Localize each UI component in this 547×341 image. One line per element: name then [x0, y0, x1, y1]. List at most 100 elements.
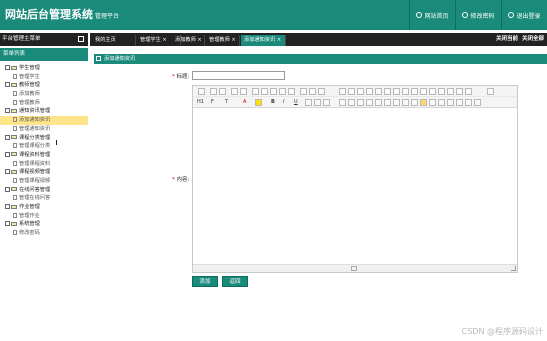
- bold-button[interactable]: B: [271, 98, 275, 107]
- tree-node[interactable]: 系统管理: [0, 220, 88, 229]
- font-family-dropdown[interactable]: F: [211, 98, 214, 107]
- multi-image-icon[interactable]: [348, 99, 355, 106]
- change-password-button[interactable]: 修改密码: [455, 0, 501, 30]
- expand-icon[interactable]: [5, 151, 10, 157]
- emoticon-icon[interactable]: [420, 99, 427, 106]
- tree-node[interactable]: 作业管理: [0, 203, 88, 212]
- source-icon[interactable]: [198, 88, 205, 95]
- paste-icon[interactable]: [270, 88, 277, 95]
- flash-icon[interactable]: [357, 99, 364, 106]
- template-insert-icon[interactable]: [438, 99, 445, 106]
- tree-leaf[interactable]: 管理学生: [0, 73, 88, 82]
- font-color-button[interactable]: A: [243, 98, 246, 107]
- tree-leaf[interactable]: 管理作业: [0, 212, 88, 221]
- print-icon[interactable]: [318, 88, 325, 95]
- clear-format-icon[interactable]: [429, 88, 436, 95]
- font-size-dropdown[interactable]: T: [225, 98, 228, 107]
- editor-content-area[interactable]: [193, 108, 517, 263]
- tree-leaf[interactable]: 管理课程分类: [0, 142, 88, 151]
- close-icon[interactable]: ×: [162, 37, 166, 43]
- line-height-icon[interactable]: [314, 99, 321, 106]
- tree-leaf[interactable]: 修改密码: [0, 229, 88, 238]
- expand-icon[interactable]: [5, 169, 10, 175]
- indent-icon[interactable]: [393, 88, 400, 95]
- tree-leaf[interactable]: 管理在线问答: [0, 194, 88, 203]
- tree-leaf[interactable]: 管理通知资讯: [0, 125, 88, 134]
- media-icon[interactable]: [366, 99, 373, 106]
- copy-icon[interactable]: [261, 88, 268, 95]
- anchor-icon[interactable]: [447, 99, 454, 106]
- image-icon[interactable]: [339, 99, 346, 106]
- expand-handle-icon[interactable]: [351, 266, 357, 271]
- horizontal-rule-icon[interactable]: [393, 99, 400, 106]
- tree-node[interactable]: 通知资讯管理: [0, 107, 88, 116]
- close-current-button[interactable]: 关闭当前: [496, 33, 518, 46]
- table-icon[interactable]: [384, 99, 391, 106]
- submit-button[interactable]: 添加: [192, 276, 218, 287]
- preview-icon[interactable]: [231, 88, 238, 95]
- align-left-icon[interactable]: [339, 88, 346, 95]
- resize-grip-icon[interactable]: [511, 266, 516, 271]
- link-icon[interactable]: [456, 99, 463, 106]
- italic-button[interactable]: I: [283, 98, 284, 107]
- spellcheck-icon[interactable]: [300, 88, 307, 95]
- expand-icon[interactable]: [5, 221, 10, 227]
- quick-format-icon[interactable]: [465, 88, 472, 95]
- tree-leaf[interactable]: 管理教师: [0, 99, 88, 108]
- remove-format-icon[interactable]: [323, 99, 330, 106]
- expand-icon[interactable]: [5, 82, 10, 88]
- tree-node[interactable]: 教师管理: [0, 81, 88, 90]
- tab-manage-teachers[interactable]: 管理教师 ×: [206, 35, 240, 46]
- pencil-icon[interactable]: [447, 88, 454, 95]
- highlight-color-icon[interactable]: [255, 99, 262, 106]
- close-icon[interactable]: ×: [277, 37, 281, 43]
- tree-node[interactable]: 学生管理: [0, 64, 88, 73]
- strikethrough-icon[interactable]: [305, 99, 312, 106]
- tab-home[interactable]: 我的主页: [92, 35, 136, 46]
- superscript-icon[interactable]: [420, 88, 427, 95]
- expand-icon[interactable]: [5, 204, 10, 209]
- align-right-icon[interactable]: [357, 88, 364, 95]
- tab-add-teacher[interactable]: 添加教师 ×: [172, 35, 205, 46]
- tab-add-notice[interactable]: 添加通知资讯 ×: [241, 35, 286, 46]
- expand-icon[interactable]: [5, 186, 10, 192]
- align-center-icon[interactable]: [348, 88, 355, 95]
- redo-icon[interactable]: [219, 88, 226, 95]
- page-break-icon[interactable]: [429, 99, 436, 106]
- close-all-button[interactable]: 关闭全部: [522, 33, 544, 46]
- undo-icon[interactable]: [210, 88, 217, 95]
- collapse-icon[interactable]: [78, 36, 84, 42]
- expand-icon[interactable]: [5, 108, 10, 114]
- heading-dropdown[interactable]: H1: [197, 98, 204, 107]
- home-button[interactable]: 网站首页: [409, 0, 455, 30]
- ordered-list-icon[interactable]: [375, 88, 382, 95]
- tree-node[interactable]: 课程视频管理: [0, 168, 88, 177]
- sidebar-section[interactable]: 菜单列表: [0, 48, 88, 61]
- cut-icon[interactable]: [252, 88, 259, 95]
- subscript-icon[interactable]: [411, 88, 418, 95]
- tree-leaf[interactable]: 管理课程视频: [0, 177, 88, 186]
- expand-icon[interactable]: [5, 65, 10, 70]
- template-icon[interactable]: [240, 88, 247, 95]
- expand-icon[interactable]: [5, 134, 10, 140]
- map-icon[interactable]: [402, 99, 409, 106]
- tree-leaf[interactable]: 添加教师: [0, 90, 88, 99]
- tree-leaf-selected[interactable]: 添加通知资讯: [0, 116, 88, 125]
- file-icon[interactable]: [375, 99, 382, 106]
- tree-node[interactable]: 在线问答管理: [0, 186, 88, 195]
- logout-button[interactable]: 退出登录: [501, 0, 547, 30]
- paste-text-icon[interactable]: [279, 88, 286, 95]
- tree-node[interactable]: 课程分类管理: [0, 134, 88, 143]
- select-all-icon[interactable]: [309, 88, 316, 95]
- tree-leaf[interactable]: 管理课程资料: [0, 160, 88, 169]
- code-icon[interactable]: [411, 99, 418, 106]
- tree-node[interactable]: 课程资料管理: [0, 151, 88, 160]
- back-button[interactable]: 返回: [222, 276, 248, 287]
- align-justify-icon[interactable]: [366, 88, 373, 95]
- format-painter-icon[interactable]: [438, 88, 445, 95]
- brush-icon[interactable]: [456, 88, 463, 95]
- close-icon[interactable]: ×: [197, 37, 201, 43]
- outdent-icon[interactable]: [402, 88, 409, 95]
- paste-word-icon[interactable]: [288, 88, 295, 95]
- underline-button[interactable]: U: [294, 98, 298, 107]
